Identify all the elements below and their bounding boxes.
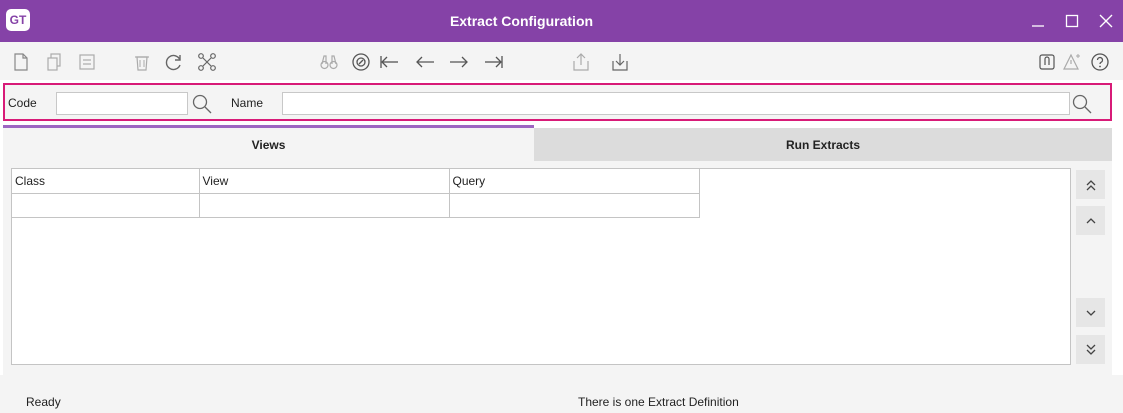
code-input[interactable] bbox=[56, 92, 188, 115]
move-top-icon bbox=[1086, 179, 1095, 190]
import-icon[interactable] bbox=[609, 51, 631, 73]
previous-record-icon[interactable] bbox=[414, 51, 436, 73]
maximize-button[interactable] bbox=[1055, 0, 1089, 42]
move-up-button[interactable] bbox=[1076, 206, 1105, 235]
delete-icon[interactable] bbox=[131, 51, 153, 73]
copy-icon[interactable] bbox=[43, 51, 65, 73]
status-text: Ready bbox=[26, 395, 61, 409]
compass-icon[interactable] bbox=[350, 51, 372, 73]
title-bar: GT Extract Configuration bbox=[0, 0, 1123, 42]
views-panel: Class View Query bbox=[3, 161, 1112, 375]
status-bar: Ready There is one Extract Definition bbox=[0, 375, 1123, 413]
tab-strip: Views Run Extracts bbox=[3, 125, 1112, 161]
move-down-icon bbox=[1086, 310, 1095, 316]
search-panel: Code Name bbox=[3, 83, 1112, 121]
close-button[interactable] bbox=[1089, 0, 1123, 42]
binoculars-icon[interactable] bbox=[318, 51, 340, 73]
close-icon bbox=[1099, 14, 1113, 28]
window-controls bbox=[1021, 0, 1123, 42]
toolbar bbox=[0, 42, 1123, 80]
table-row[interactable] bbox=[12, 192, 700, 218]
column-header-class[interactable]: Class bbox=[12, 169, 200, 194]
first-record-icon[interactable] bbox=[378, 51, 400, 73]
code-label: Code bbox=[8, 96, 37, 110]
move-up-icon bbox=[1086, 217, 1095, 223]
move-top-button[interactable] bbox=[1076, 170, 1105, 199]
record-count-text: There is one Extract Definition bbox=[578, 395, 739, 409]
tab-run-extracts[interactable]: Run Extracts bbox=[534, 128, 1112, 161]
minimize-button[interactable] bbox=[1021, 0, 1055, 42]
last-record-icon[interactable] bbox=[483, 51, 505, 73]
move-bottom-icon bbox=[1086, 344, 1095, 355]
cell-view[interactable] bbox=[198, 192, 450, 218]
window-title: Extract Configuration bbox=[0, 0, 1043, 42]
window-title-text: Extract Configuration bbox=[449, 13, 594, 29]
name-input[interactable] bbox=[282, 92, 1070, 115]
column-header-query[interactable]: Query bbox=[448, 169, 700, 194]
name-search-icon[interactable] bbox=[1071, 93, 1093, 115]
views-table: Class View Query bbox=[12, 169, 700, 218]
minimize-icon bbox=[1032, 25, 1044, 27]
next-record-icon[interactable] bbox=[448, 51, 470, 73]
code-search-icon[interactable] bbox=[191, 93, 213, 115]
column-header-view[interactable]: View bbox=[198, 169, 450, 194]
cell-class[interactable] bbox=[12, 192, 200, 218]
maximize-icon bbox=[1065, 14, 1079, 28]
warning-icon[interactable] bbox=[1061, 51, 1083, 73]
move-down-button[interactable] bbox=[1076, 298, 1105, 327]
name-label: Name bbox=[231, 96, 264, 110]
export-icon[interactable] bbox=[570, 51, 592, 73]
table-header-row: Class View Query bbox=[12, 169, 700, 194]
views-grid[interactable]: Class View Query bbox=[11, 168, 1071, 365]
move-bottom-button[interactable] bbox=[1076, 335, 1105, 364]
refresh-icon[interactable] bbox=[163, 51, 185, 73]
tab-views[interactable]: Views bbox=[3, 125, 534, 161]
new-document-icon[interactable] bbox=[10, 51, 32, 73]
network-icon[interactable] bbox=[196, 51, 218, 73]
help-icon[interactable] bbox=[1089, 51, 1111, 73]
attachment-icon[interactable] bbox=[1036, 51, 1058, 73]
save-icon[interactable] bbox=[76, 51, 98, 73]
cell-query[interactable] bbox=[448, 192, 700, 218]
